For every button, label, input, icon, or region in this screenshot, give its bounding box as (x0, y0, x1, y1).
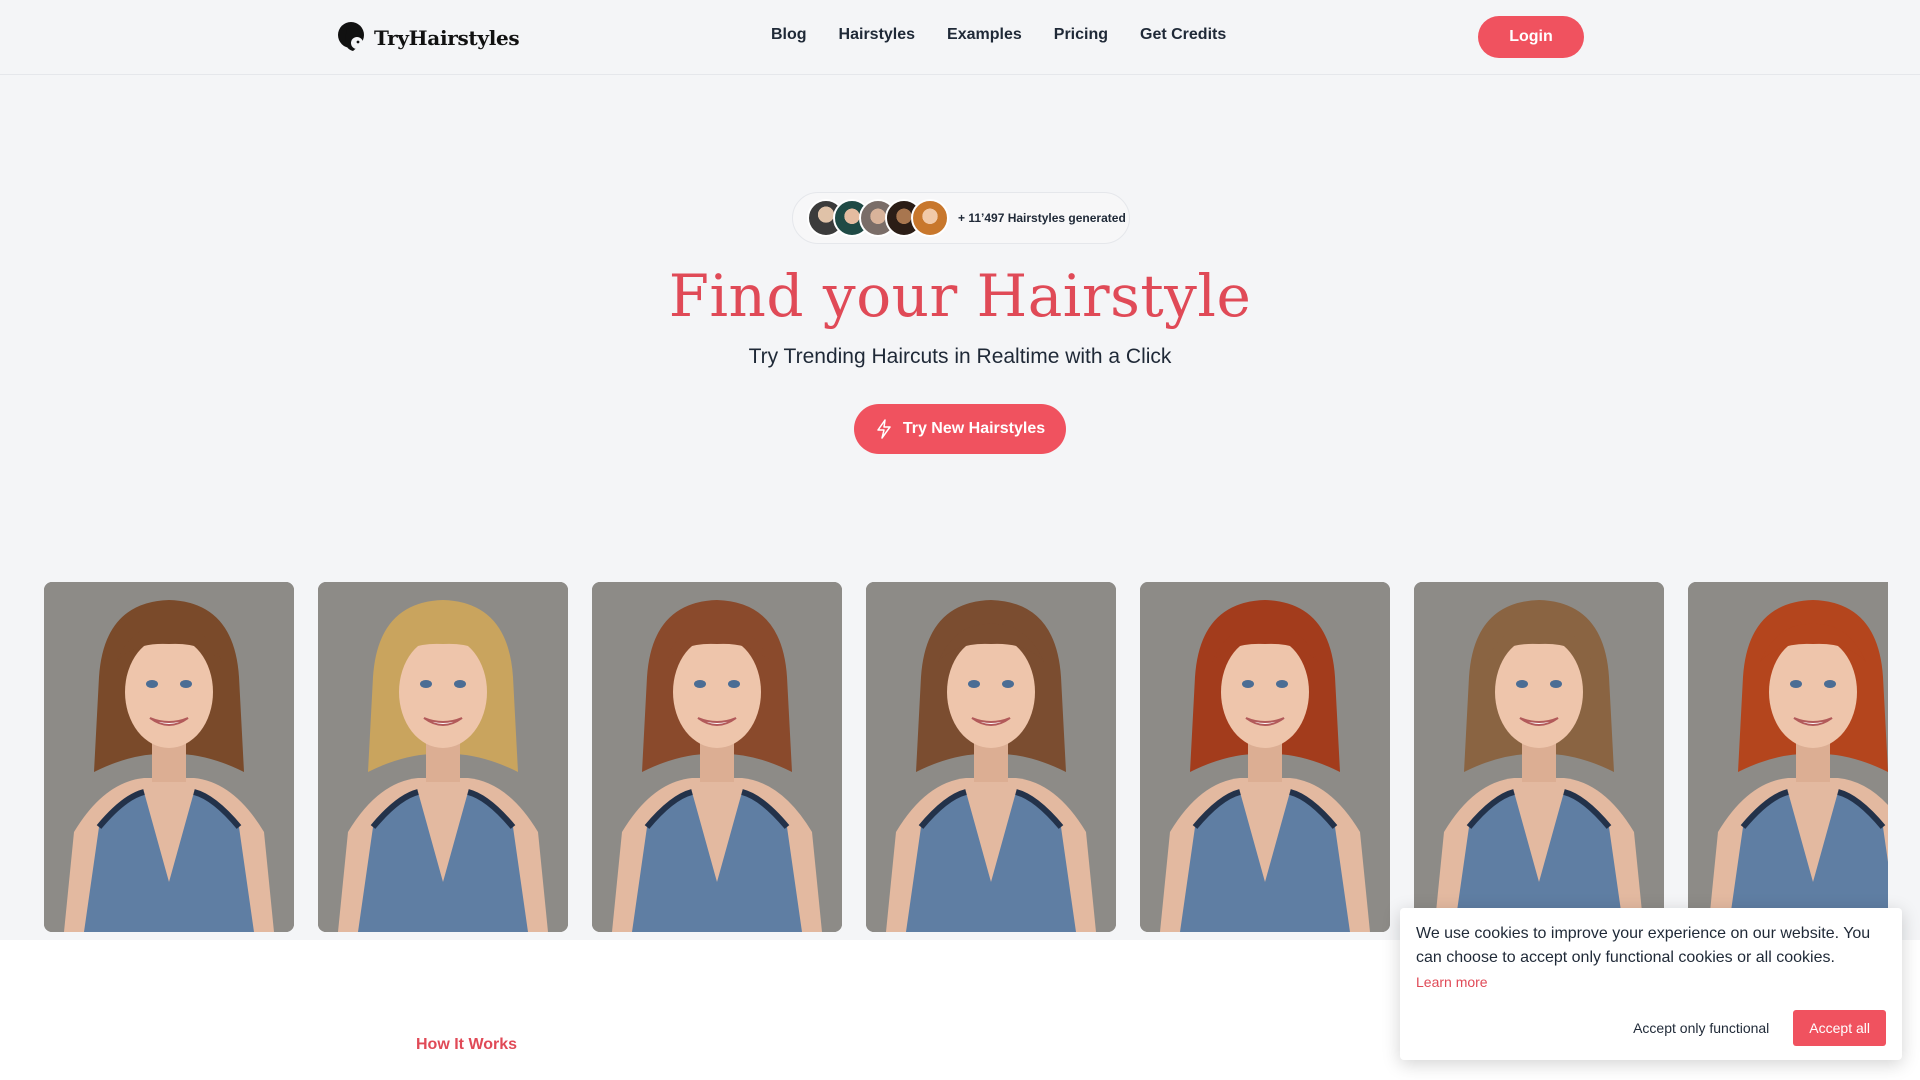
login-button[interactable]: Login (1478, 16, 1584, 58)
hairstyle-photo[interactable] (44, 582, 294, 932)
lightning-icon (877, 419, 891, 439)
hairstyle-photo[interactable] (1414, 582, 1664, 932)
cookie-message: We use cookies to improve your experienc… (1416, 925, 1871, 966)
hairstyle-gallery (44, 582, 1888, 932)
site-header: TryHairstyles Blog Hairstyles Examples P… (0, 0, 1920, 75)
main-nav: Blog Hairstyles Examples Pricing Get Cre… (771, 26, 1226, 44)
cookie-banner: We use cookies to improve your experienc… (1400, 908, 1902, 1060)
hairstyle-photo[interactable] (1140, 582, 1390, 932)
nav-blog[interactable]: Blog (771, 26, 807, 44)
nav-hairstyles[interactable]: Hairstyles (839, 26, 916, 44)
learn-more-link[interactable]: Learn more (1416, 974, 1886, 990)
page-title: Find your Hairstyle (668, 262, 1252, 330)
hairstyle-photo[interactable] (318, 582, 568, 932)
logo[interactable]: TryHairstyles (337, 20, 520, 56)
generated-count-text: + 11’497 Hairstyles generated (958, 211, 1126, 225)
hairstyle-photo[interactable] (1688, 582, 1888, 932)
hairstyle-photo[interactable] (592, 582, 842, 932)
accept-all-button[interactable]: Accept all (1793, 1010, 1886, 1046)
nav-examples[interactable]: Examples (947, 26, 1022, 44)
try-new-hairstyles-button[interactable]: Try New Hairstyles (854, 404, 1066, 454)
avatar (911, 199, 949, 237)
nav-pricing[interactable]: Pricing (1054, 26, 1108, 44)
cta-label: Try New Hairstyles (902, 420, 1046, 437)
hero-subtitle: Try Trending Haircuts in Realtime with a… (748, 345, 1172, 368)
how-it-works-heading: How It Works (416, 1036, 518, 1053)
avatar-stack (807, 199, 949, 237)
cookie-actions: Accept only functional Accept all (1633, 1010, 1886, 1046)
hairstyle-photo[interactable] (866, 582, 1116, 932)
generated-count-badge: + 11’497 Hairstyles generated (792, 192, 1130, 244)
logo-icon (338, 22, 364, 51)
logo-text: TryHairstyles (374, 26, 520, 50)
nav-get-credits[interactable]: Get Credits (1140, 26, 1226, 44)
accept-functional-button[interactable]: Accept only functional (1633, 1020, 1769, 1036)
